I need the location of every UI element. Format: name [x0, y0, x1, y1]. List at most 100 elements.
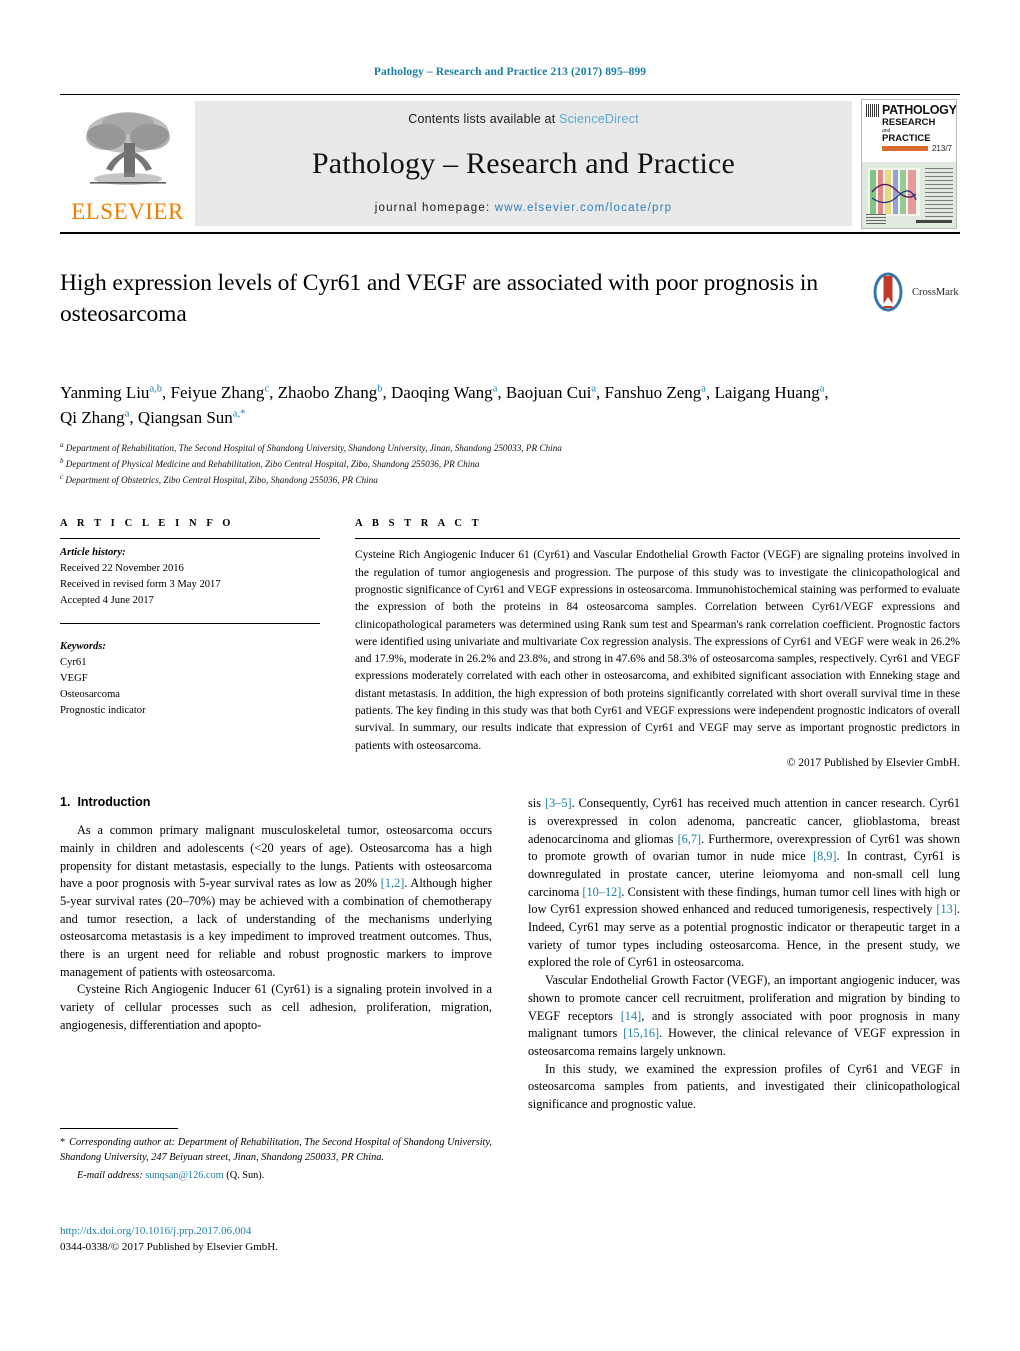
section-number: 1. [60, 795, 71, 810]
affiliation-marker: a [60, 441, 64, 450]
journal-homepage-link[interactable]: www.elsevier.com/locate/prp [495, 202, 673, 214]
author-affil-marker: c [264, 383, 270, 395]
author-affil-marker: a,b [149, 383, 162, 395]
article-info-column: A R T I C L E I N F O Article history: R… [60, 518, 320, 769]
article-history-item: Accepted 4 June 2017 [60, 595, 154, 607]
citation-ref[interactable]: [13] [936, 902, 957, 916]
email-note: E-mail address: sunqsan@126.com (Q. Sun)… [60, 1168, 492, 1183]
abstract-copyright: © 2017 Published by Elsevier GmbH. [786, 757, 960, 770]
citation-ref[interactable]: [3–5] [545, 796, 572, 810]
cover-side-text-block [925, 167, 953, 218]
citation-ref[interactable]: [10–12] [582, 885, 621, 899]
keywords-block: Keywords: Cyr61 VEGF Osteosarcoma Progno… [60, 633, 320, 719]
author-affil-marker: a,* [232, 407, 246, 419]
sciencedirect-link[interactable]: ScienceDirect [559, 112, 639, 126]
author-item: Feiyue Zhangc [170, 383, 270, 402]
author-affil-marker: b [377, 383, 383, 395]
cover-barcode-icon [866, 103, 879, 117]
affiliation-list: a Department of Rehabilitation, The Seco… [60, 440, 960, 488]
affiliation-item: c Department of Obstetrics, Zibo Central… [60, 472, 960, 488]
citation-ref[interactable]: [15,16] [623, 1026, 659, 1040]
cover-footer-bar [916, 219, 952, 223]
abstract-column: A B S T R A C T Cysteine Rich Angiogenic… [355, 518, 960, 769]
elsevier-tree-icon [85, 111, 170, 185]
body-column-left: 1. Introduction As a common primary malig… [60, 795, 492, 1114]
doi-link[interactable]: http://dx.doi.org/10.1016/j.prp.2017.06.… [60, 1224, 492, 1240]
page-title: High expression levels of Cyr61 and VEGF… [60, 270, 819, 328]
email-owner: (Q. Sun). [226, 1170, 265, 1182]
affiliation-marker: b [60, 457, 64, 466]
crossmark-label: CrossMark [912, 286, 959, 298]
journal-homepage-line: journal homepage: www.elsevier.com/locat… [375, 202, 673, 214]
crossmark-icon [873, 272, 903, 312]
email-label: E-mail address: [77, 1170, 143, 1182]
section-heading-introduction: 1. Introduction [60, 795, 492, 809]
journal-masthead: ELSEVIER Contents lists available at Sci… [60, 94, 960, 234]
affiliation-text: Department of Physical Medicine and Reha… [65, 459, 480, 470]
intro-paragraph: In this study, we examined the expressio… [528, 1061, 960, 1112]
elsevier-wordmark: ELSEVIER [71, 198, 184, 224]
author-item: Qi Zhanga [60, 407, 130, 427]
title-area: High expression levels of Cyr61 and VEGF… [60, 268, 960, 364]
section-title: Introduction [77, 795, 151, 810]
corresponding-marker: * [60, 1137, 66, 1148]
intro-paragraph: As a common primary malignant musculoske… [60, 823, 492, 979]
abstract-heading: A B S T R A C T [355, 518, 483, 530]
author-item: Daoqing Wanga [390, 383, 498, 402]
author-affil-marker: a [124, 407, 130, 419]
info-abstract-region: A R T I C L E I N F O Article history: R… [60, 518, 960, 769]
keyword-item: Cyr61 [60, 656, 87, 668]
contents-prefix: Contents lists available at [408, 112, 560, 126]
corresponding-text: Corresponding author at: Department of R… [60, 1137, 492, 1164]
cover-line2: RESEARCH [882, 116, 936, 128]
affiliation-item: b Department of Physical Medicine and Re… [60, 456, 960, 472]
affiliation-marker: c [60, 473, 64, 482]
author-item: Laigang Huanga [714, 383, 825, 402]
citation-ref[interactable]: [8,9] [813, 849, 837, 863]
cover-footer-text-block [866, 213, 886, 224]
author-item-corresponding: Qiangsan Suna,* [137, 407, 246, 427]
author-affil-marker: a [701, 383, 706, 395]
journal-title: Pathology – Research and Practice [311, 147, 736, 180]
cover-line1: PATHOLOGY [882, 102, 957, 117]
abstract-text: Cysteine Rich Angiogenic Inducer 61 (Cyr… [355, 549, 960, 752]
contents-available-line: Contents lists available at ScienceDirec… [408, 112, 639, 126]
keyword-item: Prognostic indicator [60, 704, 146, 716]
journal-cover-image: PATHOLOGY RESEARCH and PRACTICE 213/7 [861, 98, 957, 229]
body-column-right: sis [3–5]. Consequently, Cyr61 has recei… [528, 795, 960, 1114]
affiliation-item: a Department of Rehabilitation, The Seco… [60, 440, 960, 456]
keyword-item: Osteosarcoma [60, 688, 121, 700]
crossmark-badge[interactable]: CrossMark [868, 270, 960, 314]
article-history-label: Article history: [60, 547, 126, 559]
corresponding-author-note: * Corresponding author at: Department of … [60, 1135, 492, 1165]
author-item: Fanshuo Zenga [604, 383, 706, 402]
keywords-rule [60, 622, 320, 624]
homepage-prefix: journal homepage: [374, 202, 495, 214]
keyword-item: VEGF [60, 672, 88, 684]
citation-ref[interactable]: [14] [621, 1009, 642, 1023]
affiliation-text: Department of Rehabilitation, The Second… [65, 443, 562, 454]
affiliation-text: Department of Obstetrics, Zibo Central H… [65, 475, 378, 486]
email-link[interactable]: sunqsan@126.com [145, 1170, 223, 1181]
footnote-zone: * Corresponding author at: Department of … [60, 1128, 492, 1183]
author-list: Yanming Liua,b, Feiyue Zhangc, Zhaobo Zh… [60, 383, 829, 427]
article-history-item: Received in revised form 3 May 2017 [60, 579, 221, 591]
cover-volume: 213/7 [931, 143, 952, 153]
paper-page: Pathology – Research and Practice 213 (2… [0, 0, 1020, 1351]
masthead-center: Contents lists available at ScienceDirec… [195, 101, 852, 226]
author-affil-marker: a [819, 383, 825, 395]
author-item: Zhaobo Zhangb [277, 383, 383, 402]
elsevier-logo: ELSEVIER [60, 95, 195, 232]
article-info-heading: A R T I C L E I N F O [60, 518, 235, 530]
cover-line4: PRACTICE [882, 132, 931, 144]
author-item: Baojuan Cuia [505, 383, 596, 402]
intro-paragraph: sis [3–5]. Consequently, Cyr61 has recei… [528, 796, 961, 970]
intro-paragraph: Vascular Endothelial Growth Factor (VEGF… [528, 973, 961, 1058]
author-affil-marker: a [591, 383, 596, 395]
citation-ref[interactable]: [6,7] [678, 832, 702, 846]
citation-ref[interactable]: [1,2] [381, 876, 405, 890]
author-affil-marker: a [492, 383, 498, 395]
article-history-block: Article history: Received 22 November 20… [60, 539, 320, 609]
journal-cover-block: PATHOLOGY RESEARCH and PRACTICE 213/7 [858, 95, 960, 232]
intro-paragraph: Cysteine Rich Angiogenic Inducer 61 (Cyr… [60, 982, 492, 1032]
